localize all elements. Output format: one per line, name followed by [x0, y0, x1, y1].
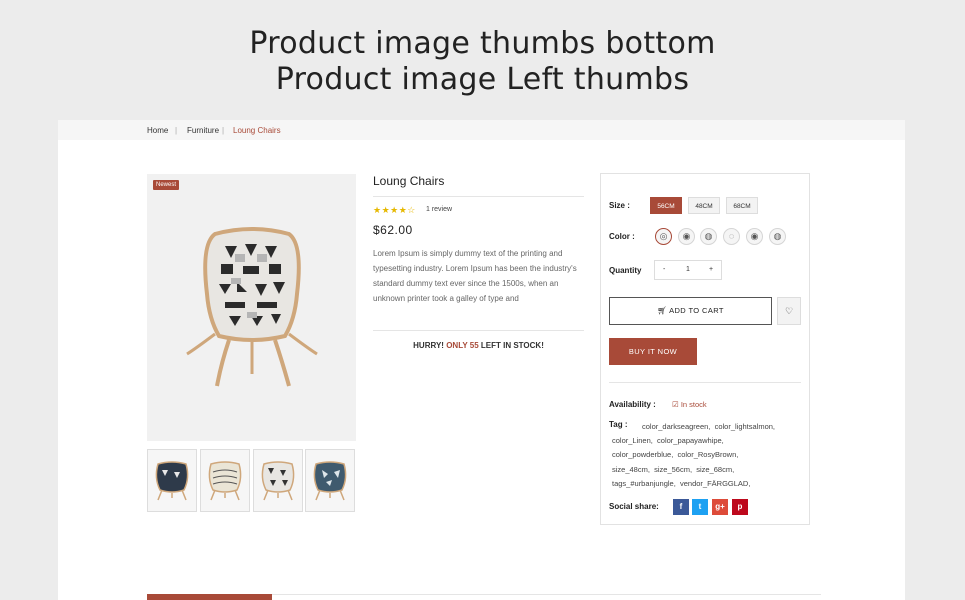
quantity-input[interactable]: 1: [686, 266, 690, 273]
color-swatch-6[interactable]: ◍: [769, 228, 786, 245]
divider: [609, 382, 801, 383]
banner-line-1: Product image thumbs bottom: [249, 26, 716, 61]
tag-link[interactable]: tags_#urbanjungle,: [612, 479, 676, 488]
qty-minus-button[interactable]: -: [663, 266, 665, 273]
tag-link[interactable]: color_Linen,: [612, 436, 653, 445]
size-option-56cm[interactable]: 56CM: [650, 197, 682, 214]
breadcrumb-current: Loung Chairs: [233, 126, 281, 135]
review-count[interactable]: 1 review: [426, 206, 452, 213]
availability-value: ☑ In stock: [672, 400, 707, 409]
product-description: Lorem Ipsum is simply dummy text of the …: [373, 249, 577, 303]
tab-active-indicator[interactable]: [147, 594, 272, 600]
heart-icon: ♡: [784, 306, 794, 316]
stock-notice: HURRY! ONLY 55 LEFT IN STOCK!: [373, 341, 584, 350]
divider: [373, 196, 584, 197]
size-option-48cm[interactable]: 48CM: [688, 197, 720, 214]
thumbnail-4[interactable]: [305, 449, 355, 512]
availability-label: Availability :: [609, 400, 656, 409]
star-rating: ★★★★☆: [373, 205, 416, 215]
twitter-icon[interactable]: t: [692, 499, 708, 515]
tag-link[interactable]: size_56cm,: [654, 465, 692, 474]
color-swatch-2[interactable]: ◉: [678, 228, 695, 245]
banner: Product image thumbs bottom Product imag…: [0, 26, 965, 98]
availability-text: In stock: [680, 400, 707, 409]
thumbnail-3[interactable]: [253, 449, 303, 512]
tag-link[interactable]: size_48cm,: [612, 465, 650, 474]
newest-badge: Newest: [153, 180, 180, 190]
size-option-68cm[interactable]: 68CM: [726, 197, 758, 214]
product-title: Loung Chairs: [373, 174, 445, 188]
color-swatch-4[interactable]: ◌: [723, 228, 740, 245]
color-label: Color :: [609, 232, 635, 241]
pinterest-icon[interactable]: p: [732, 499, 748, 515]
qty-plus-button[interactable]: +: [709, 266, 713, 273]
product-main-image[interactable]: Newest: [147, 174, 356, 441]
purchase-panel: Size : 56CM 48CM 68CM Color : ◎ ◉ ◍ ◌ ◉ …: [600, 173, 810, 525]
color-swatch-1[interactable]: ◎: [655, 228, 672, 245]
tag-link[interactable]: color_RosyBrown,: [677, 450, 738, 459]
breadcrumb: Home | Furniture | Loung Chairs: [58, 120, 905, 140]
check-icon: ☑: [672, 400, 679, 409]
color-swatch-5[interactable]: ◉: [746, 228, 763, 245]
buy-now-button[interactable]: BUY IT NOW: [609, 338, 697, 365]
product-page: Home | Furniture | Loung Chairs Newest L…: [58, 120, 905, 600]
tag-link[interactable]: color_powderblue,: [612, 450, 673, 459]
social-share-label: Social share:: [609, 502, 659, 511]
hurry-suffix: LEFT IN STOCK!: [480, 341, 544, 350]
wishlist-button[interactable]: ♡: [777, 297, 801, 325]
tag-link[interactable]: size_68cm,: [696, 465, 734, 474]
breadcrumb-home[interactable]: Home: [147, 126, 168, 135]
product-price: $62.00: [373, 223, 413, 237]
tag-link[interactable]: color_darkseagreen,: [642, 422, 710, 431]
quantity-label: Quantity: [609, 266, 642, 275]
quantity-stepper: - 1 +: [654, 260, 722, 280]
thumbnail-2[interactable]: [200, 449, 250, 512]
thumbnail-1[interactable]: [147, 449, 197, 512]
color-swatch-3[interactable]: ◍: [700, 228, 717, 245]
add-to-cart-button[interactable]: 🛒︎ ADD TO CART: [609, 297, 772, 325]
size-label: Size :: [609, 201, 630, 210]
facebook-icon[interactable]: f: [673, 499, 689, 515]
banner-line-2: Product image Left thumbs: [275, 62, 690, 97]
cart-icon: 🛒︎: [657, 306, 667, 315]
tag-list: color_darkseagreen, color_lightsalmon, c…: [612, 420, 807, 491]
breadcrumb-furniture[interactable]: Furniture: [187, 126, 219, 135]
thumbnail-strip: [147, 449, 357, 512]
divider: [373, 330, 584, 331]
stock-count: ONLY 55: [446, 341, 479, 350]
chair-image: [186, 227, 318, 387]
google-plus-icon[interactable]: g+: [712, 499, 728, 515]
breadcrumb-separator: |: [175, 126, 178, 135]
tag-link[interactable]: vendor_FÄRGGLAD,: [680, 479, 750, 488]
add-to-cart-label: ADD TO CART: [669, 306, 724, 315]
breadcrumb-separator: |: [222, 126, 225, 135]
tag-link[interactable]: color_papayawhipe,: [657, 436, 724, 445]
hurry-prefix: HURRY!: [413, 341, 444, 350]
tag-link[interactable]: color_lightsalmon,: [715, 422, 775, 431]
